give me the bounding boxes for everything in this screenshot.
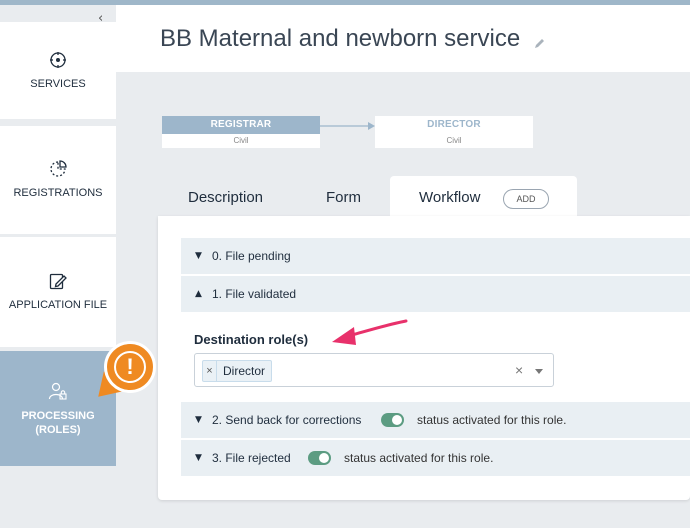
user-lock-icon (48, 382, 67, 400)
step-row-send-back[interactable]: ▼ 2. Send back for corrections status ac… (181, 402, 690, 438)
sidebar-item-processing-roles[interactable]: PROCESSING (ROLES) (0, 351, 116, 466)
tab-form[interactable]: Form (326, 176, 361, 216)
step-label: 1. File validated (212, 287, 297, 301)
step-label: 3. File rejected (212, 451, 291, 465)
workflow-node-sub: Civil (375, 134, 533, 148)
workflow-node-sub: Civil (162, 134, 320, 148)
sidebar-item-registrations[interactable]: REGISTRATIONS (0, 126, 116, 234)
workflow-node-role: DIRECTOR (375, 116, 533, 134)
status-toggle[interactable] (308, 451, 331, 465)
tab-label: Workflow (419, 189, 481, 206)
chevron-up-icon: ▲ (195, 289, 202, 299)
step-row-file-validated[interactable]: ▲ 1. File validated (181, 276, 690, 312)
annotation-arrow-icon (332, 319, 408, 345)
workflow-connector-arrow (320, 122, 375, 130)
workflow-node-registrar[interactable]: REGISTRAR Civil (162, 116, 320, 148)
pencil-icon[interactable] (534, 37, 546, 49)
add-button[interactable]: ADD (503, 189, 549, 209)
status-text: status activated for this role. (417, 413, 567, 427)
alert-badge: ! (104, 341, 156, 393)
step-label: 2. Send back for corrections (212, 413, 362, 427)
destination-roles-label: Destination role(s) (194, 332, 309, 347)
workflow-node-director[interactable]: DIRECTOR Civil (375, 116, 533, 148)
status-toggle[interactable] (381, 413, 404, 427)
exclamation-icon: ! (114, 351, 146, 383)
step-label: 0. File pending (212, 249, 291, 263)
sidebar-item-label: APPLICATION FILE (8, 299, 108, 311)
chevron-down-icon: ▼ (195, 415, 202, 425)
sidebar-item-label: PROCESSING (21, 409, 95, 422)
tab-workflow[interactable]: Workflow (390, 176, 577, 216)
caret-down-icon[interactable] (535, 369, 543, 374)
workflow-node-role: REGISTRAR (162, 116, 320, 134)
chip-label: Director (223, 364, 266, 378)
sidebar-item-label: REGISTRATIONS (13, 187, 103, 199)
chevron-down-icon: ▼ (195, 251, 202, 261)
registrations-icon (50, 160, 67, 177)
selected-role-chip: × Director (202, 360, 273, 382)
sidebar-item-label: (ROLES) (35, 423, 81, 436)
chevron-down-icon: ▼ (195, 453, 202, 463)
sidebar-item-label: SERVICES (30, 77, 86, 90)
page-title: BB Maternal and newborn service (160, 25, 521, 52)
services-icon (50, 51, 66, 68)
workflow-panel: ▼ 0. File pending ▲ 1. File validated De… (158, 216, 690, 500)
clear-icon[interactable]: × (515, 362, 523, 378)
sidebar-item-application-file[interactable]: APPLICATION FILE (0, 237, 116, 347)
step-row-file-pending[interactable]: ▼ 0. File pending (181, 238, 690, 274)
page-header: BB Maternal and newborn service (116, 5, 690, 72)
step-row-file-rejected[interactable]: ▼ 3. File rejected status activated for … (181, 440, 690, 476)
edit-file-icon (49, 273, 67, 290)
tab-description[interactable]: Description (188, 176, 263, 216)
status-text: status activated for this role. (344, 451, 494, 465)
sidebar-item-services[interactable]: SERVICES (0, 22, 116, 119)
remove-chip-icon[interactable]: × (203, 361, 217, 381)
tab-bar: Description Form Workflow ADD (158, 176, 690, 216)
destination-roles-select[interactable]: × Director × (194, 353, 554, 387)
